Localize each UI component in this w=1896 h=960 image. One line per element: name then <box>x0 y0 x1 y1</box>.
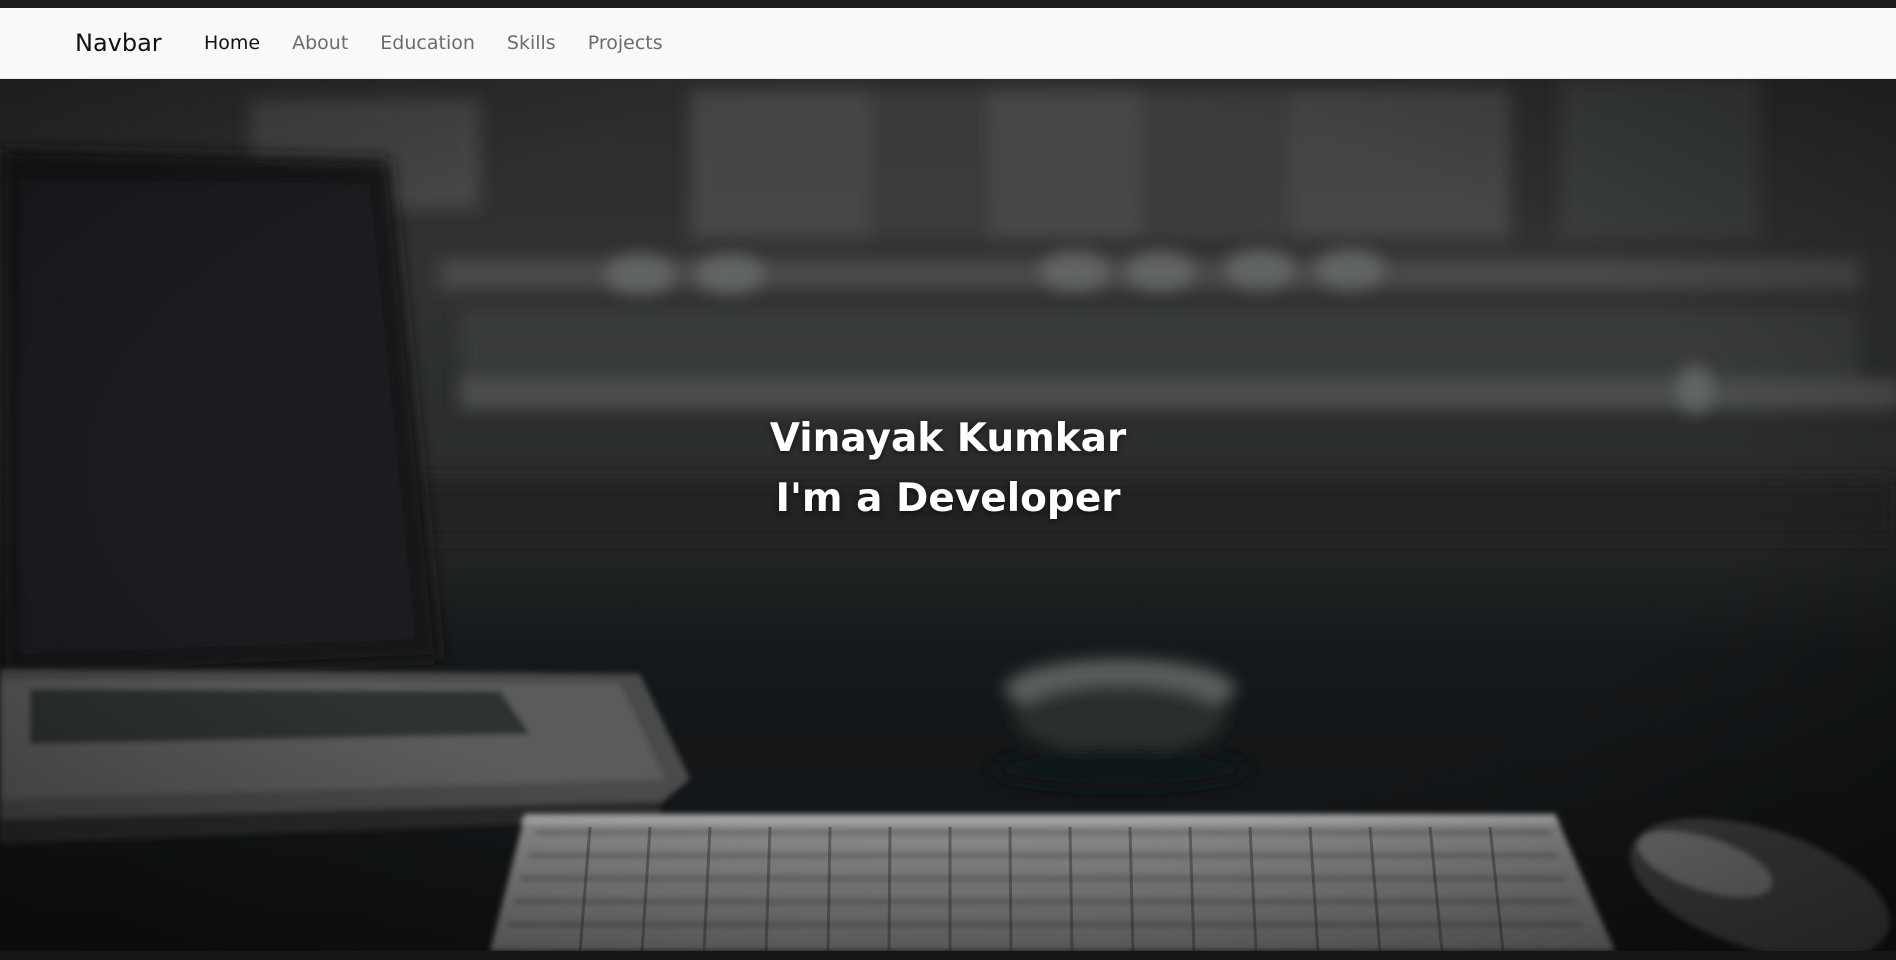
top-strip <box>0 0 1896 8</box>
nav-link-projects[interactable]: Projects <box>572 8 679 79</box>
bottom-strip <box>0 951 1896 960</box>
navbar-brand[interactable]: Navbar <box>75 8 162 79</box>
nav-links: Home About Education Skills Projects <box>188 8 679 79</box>
nav-link-skills[interactable]: Skills <box>491 8 572 79</box>
hero-text: Vinayak Kumkar I'm a Developer <box>0 409 1896 529</box>
hero-section: Vinayak Kumkar I'm a Developer <box>0 79 1896 951</box>
nav-link-about[interactable]: About <box>276 8 364 79</box>
hero-tagline: I'm a Developer <box>775 476 1121 521</box>
nav-link-home[interactable]: Home <box>188 8 276 79</box>
hero-name: Vinayak Kumkar <box>769 416 1127 461</box>
nav-link-education[interactable]: Education <box>364 8 491 79</box>
navbar: Navbar Home About Education Skills Proje… <box>0 8 1896 79</box>
